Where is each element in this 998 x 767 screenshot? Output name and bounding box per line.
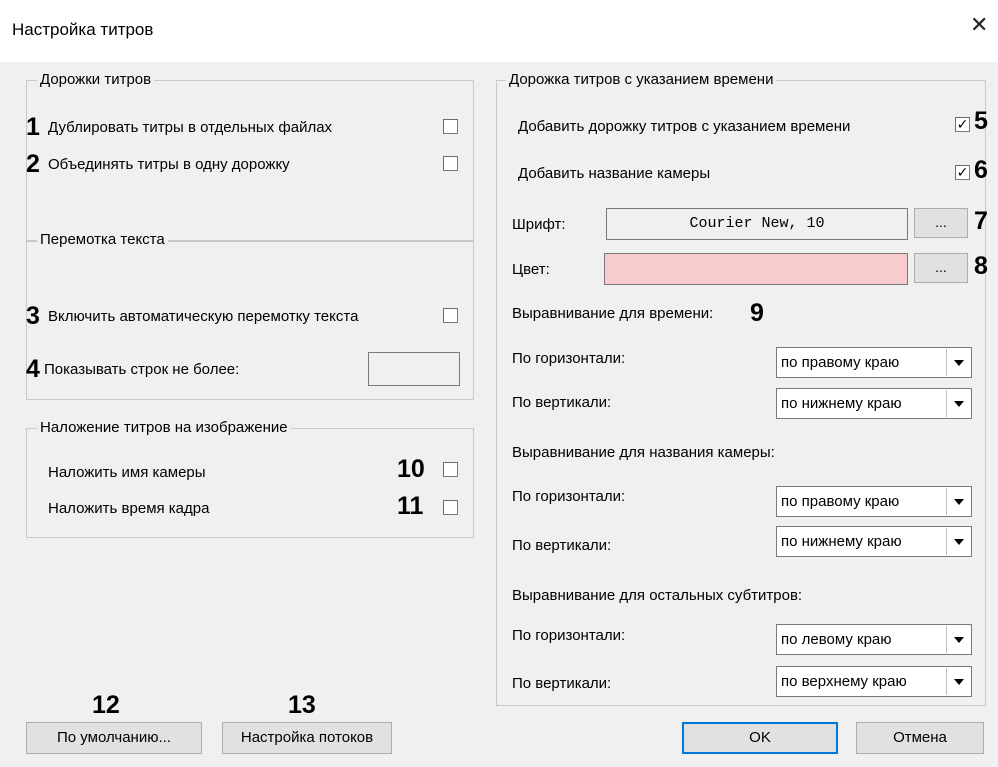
camera-align-label: Выравнивание для названия камеры: — [512, 444, 775, 461]
overlay-time-label: Наложить время кадра — [48, 500, 210, 517]
camera-vertical-select[interactable]: по нижнему краю — [776, 526, 972, 557]
duplicate-subtitles-checkbox[interactable] — [443, 119, 458, 134]
time-horizontal-label: По горизонтали: — [512, 350, 626, 367]
chevron-down-icon[interactable] — [946, 668, 970, 695]
marker-7: 7 — [974, 207, 988, 235]
max-lines-input[interactable] — [368, 352, 460, 386]
duplicate-subtitles-label: Дублировать титры в отдельных файлах — [48, 119, 333, 136]
camera-vertical-label: По вертикали: — [512, 537, 612, 554]
auto-scroll-checkbox[interactable] — [443, 308, 458, 323]
chevron-down-icon[interactable] — [946, 626, 970, 653]
font-label: Шрифт: — [512, 216, 566, 233]
merge-subtitles-label: Объединять титры в одну дорожку — [48, 156, 290, 173]
color-swatch[interactable] — [604, 253, 908, 285]
cancel-button[interactable]: Отмена — [856, 722, 984, 754]
close-icon[interactable]: ✕ — [970, 14, 988, 36]
marker-2: 2 — [26, 150, 40, 178]
overlay-group — [26, 428, 474, 538]
other-vertical-label: По вертикали: — [512, 675, 612, 692]
add-track-label: Добавить дорожку титров с указанием врем… — [518, 118, 851, 135]
camera-horizontal-label: По горизонтали: — [512, 488, 626, 505]
time-vertical-value: по нижнему краю — [781, 395, 902, 412]
dialog-title: Настройка титров — [12, 20, 154, 39]
overlay-camera-checkbox[interactable] — [443, 462, 458, 477]
other-align-label: Выравнивание для остальных субтитров: — [512, 587, 803, 604]
chevron-down-icon[interactable] — [946, 349, 970, 376]
add-track-checkbox[interactable]: ✓ — [955, 117, 970, 132]
font-browse-button[interactable]: ... — [914, 208, 968, 238]
marker-9: 9 — [750, 299, 764, 327]
other-horizontal-label: По горизонтали: — [512, 627, 626, 644]
time-align-label: Выравнивание для времени: — [512, 305, 714, 322]
max-lines-label: Показывать строк не более: — [44, 361, 240, 378]
camera-horizontal-select[interactable]: по правому краю — [776, 486, 972, 517]
overlay-group-label: Наложение титров на изображение — [37, 419, 291, 437]
marker-11: 11 — [397, 492, 424, 520]
other-vertical-select[interactable]: по верхнему краю — [776, 666, 972, 697]
auto-scroll-label: Включить автоматическую перемотку текста — [48, 308, 359, 325]
color-browse-button[interactable]: ... — [914, 253, 968, 283]
time-horizontal-value: по правому краю — [781, 354, 900, 371]
marker-5: 5 — [974, 107, 988, 135]
marker-13: 13 — [288, 691, 316, 719]
other-horizontal-select[interactable]: по левому краю — [776, 624, 972, 655]
time-vertical-label: По вертикали: — [512, 394, 612, 411]
chevron-down-icon[interactable] — [946, 488, 970, 515]
tracks-group-label: Дорожки титров — [37, 71, 155, 89]
chevron-down-icon[interactable] — [946, 528, 970, 555]
other-horizontal-value: по левому краю — [781, 631, 892, 648]
time-horizontal-select[interactable]: по правому краю — [776, 347, 972, 378]
marker-8: 8 — [974, 252, 988, 280]
color-label: Цвет: — [512, 261, 550, 278]
time-vertical-select[interactable]: по нижнему краю — [776, 388, 972, 419]
camera-vertical-value: по нижнему краю — [781, 533, 902, 550]
checkmark-icon: ✓ — [956, 164, 969, 180]
streams-settings-button[interactable]: Настройка потоков — [222, 722, 392, 754]
marker-1: 1 — [26, 113, 40, 141]
marker-3: 3 — [26, 302, 40, 330]
chevron-down-icon[interactable] — [946, 390, 970, 417]
marker-12: 12 — [92, 691, 120, 719]
scroll-group-label: Перемотка текста — [37, 231, 168, 249]
font-field: Courier New, 10 — [606, 208, 908, 240]
other-vertical-value: по верхнему краю — [781, 673, 907, 690]
merge-subtitles-checkbox[interactable] — [443, 156, 458, 171]
add-camera-name-checkbox[interactable]: ✓ — [955, 165, 970, 180]
marker-10: 10 — [397, 455, 425, 483]
ok-button[interactable]: OK — [682, 722, 838, 754]
checkmark-icon: ✓ — [956, 116, 969, 132]
marker-4: 4 — [26, 355, 40, 383]
timed-track-group-label: Дорожка титров с указанием времени — [506, 71, 777, 89]
defaults-button[interactable]: По умолчанию... — [26, 722, 202, 754]
overlay-camera-label: Наложить имя камеры — [48, 464, 206, 481]
overlay-time-checkbox[interactable] — [443, 500, 458, 515]
marker-6: 6 — [974, 156, 988, 184]
add-camera-name-label: Добавить название камеры — [518, 165, 711, 182]
camera-horizontal-value: по правому краю — [781, 493, 900, 510]
